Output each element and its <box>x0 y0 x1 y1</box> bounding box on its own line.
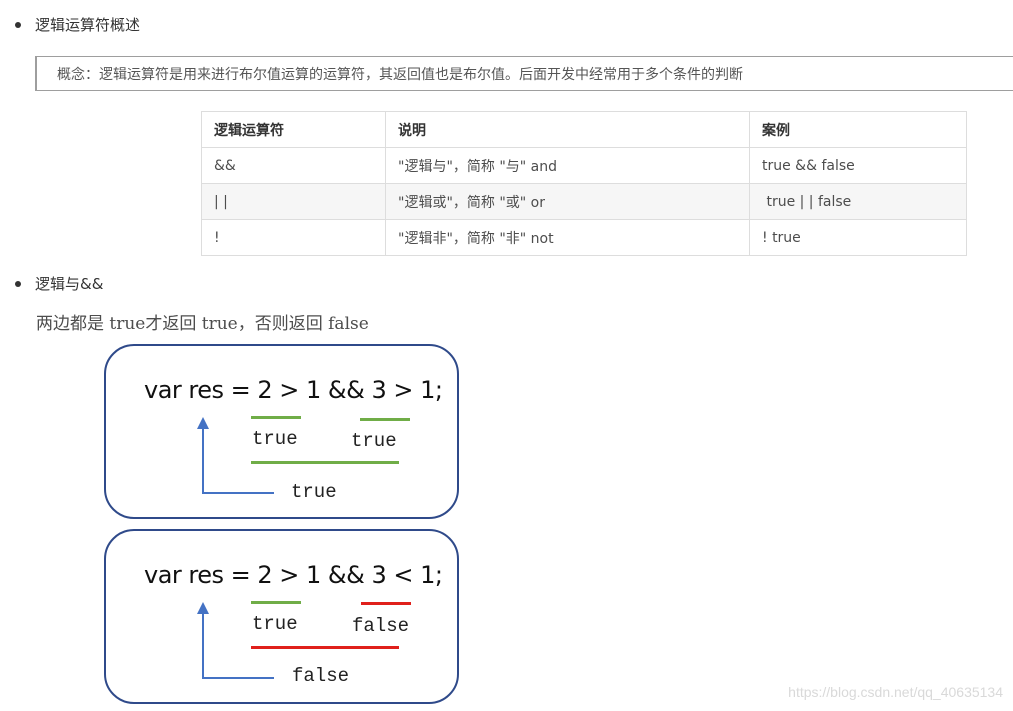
diagram-expression: var res = 2 > 1 && 3 > 1; <box>144 376 443 404</box>
arrow-vertical-line <box>202 613 204 679</box>
concept-blockquote: 概念：逻辑运算符是用来进行布尔值运算的运算符，其返回值也是布尔值。后面开发中经常… <box>35 56 1013 91</box>
left-result-label: true <box>252 613 298 635</box>
table-row: && "逻辑与"，简称 "与" and true && false <box>201 147 967 184</box>
and-description: 两边都是 true才返回 true，否则返回 false <box>36 314 369 334</box>
arrow-vertical-line <box>202 428 204 494</box>
cell-description: "逻辑非"，简称 "非" not <box>385 219 750 256</box>
table-row: ! "逻辑非"，简称 "非" not ! true <box>201 219 967 256</box>
diagram-expression: var res = 2 > 1 && 3 < 1; <box>144 561 443 589</box>
cell-example: true && false <box>749 147 967 184</box>
final-result-label: false <box>292 665 350 687</box>
left-result-label: true <box>252 428 298 450</box>
cell-operator: | | <box>201 183 386 220</box>
combined-underline <box>251 646 399 649</box>
left-underline <box>251 601 301 604</box>
cell-description: "逻辑与"，简称 "与" and <box>385 147 750 184</box>
diagram-and-false: var res = 2 > 1 && 3 < 1; true false fal… <box>104 529 459 704</box>
diagram-and-true: var res = 2 > 1 && 3 > 1; true true true <box>104 344 459 519</box>
right-underline <box>361 602 411 605</box>
header-description: 说明 <box>385 111 750 148</box>
right-result-label: true <box>351 430 397 452</box>
left-underline <box>251 416 301 419</box>
right-underline <box>360 418 410 421</box>
section-title-overview: 逻辑运算符概述 <box>35 16 141 34</box>
table-header-row: 逻辑运算符 说明 案例 <box>201 111 967 148</box>
section-title-and: 逻辑与&& <box>35 275 104 293</box>
cell-operator: && <box>201 147 386 184</box>
cell-description: "逻辑或"，简称 "或" or <box>385 183 750 220</box>
combined-underline <box>251 461 399 464</box>
operators-table: 逻辑运算符 说明 案例 && "逻辑与"，简称 "与" and true && … <box>201 111 967 256</box>
cell-operator: ! <box>201 219 386 256</box>
cell-example: ! true <box>749 219 967 256</box>
bullet-dot <box>15 22 21 28</box>
watermark-text: https://blog.csdn.net/qq_40635134 <box>788 684 1003 700</box>
cell-example: true | | false <box>749 183 967 220</box>
header-operator: 逻辑运算符 <box>201 111 386 148</box>
final-result-label: true <box>291 481 337 503</box>
arrow-horizontal-line <box>202 492 274 494</box>
arrow-horizontal-line <box>202 677 274 679</box>
table-row: | | "逻辑或"，简称 "或" or true | | false <box>201 183 967 220</box>
right-result-label: false <box>352 615 410 637</box>
header-example: 案例 <box>749 111 967 148</box>
bullet-dot <box>15 281 21 287</box>
